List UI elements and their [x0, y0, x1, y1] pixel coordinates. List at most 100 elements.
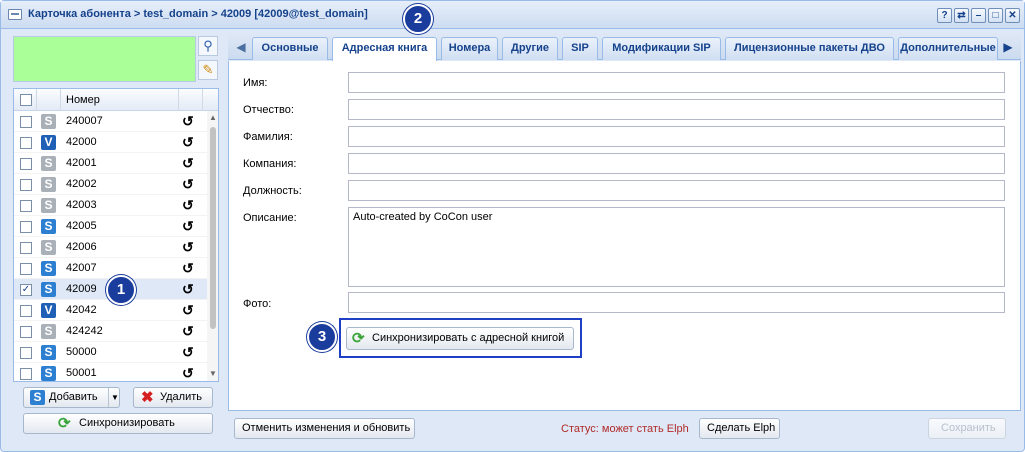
scroll-down-icon[interactable]: ▼	[209, 369, 217, 378]
delete-button-label: Удалить	[160, 391, 202, 403]
last-name-label: Фамилия:	[243, 131, 293, 143]
row-number: 42006	[66, 241, 97, 253]
table-row[interactable]: S 50000 ↺	[14, 342, 218, 363]
column-divider	[36, 89, 37, 111]
add-button[interactable]: S Добавить ▼	[23, 387, 120, 408]
delete-x-icon: ✖	[141, 389, 154, 406]
row-checkbox[interactable]	[20, 263, 32, 275]
description-field[interactable]: Auto-created by CoCon user	[348, 207, 1005, 287]
tab-sip-modifications[interactable]: Модификации SIP	[602, 37, 721, 60]
first-name-label: Имя:	[243, 77, 268, 89]
history-icon[interactable]: ↺	[182, 302, 194, 319]
history-icon[interactable]: ↺	[182, 176, 194, 193]
row-number: 42001	[66, 157, 97, 169]
history-icon[interactable]: ↺	[182, 113, 194, 130]
table-row[interactable]: V 42000 ↺	[14, 132, 218, 153]
window-titlebar[interactable]: Карточка абонента > test_domain > 42009 …	[1, 1, 1024, 29]
row-checkbox[interactable]	[20, 200, 32, 212]
number-column-header[interactable]: Номер	[66, 94, 100, 106]
delete-button[interactable]: ✖ Удалить	[133, 387, 213, 408]
subscriber-v-icon: V	[41, 303, 56, 318]
maximize-icon[interactable]: □	[988, 8, 1003, 23]
history-icon[interactable]: ↺	[182, 281, 194, 298]
first-name-field[interactable]	[348, 72, 1005, 93]
magnifier-icon: ⚲	[203, 38, 213, 53]
grid-header: Номер	[14, 89, 218, 111]
subscriber-s-icon: S	[41, 261, 56, 276]
history-icon[interactable]: ↺	[182, 197, 194, 214]
callout-1: 1	[106, 275, 136, 305]
search-button[interactable]: ⚲	[198, 36, 218, 56]
row-number: 42042	[66, 304, 97, 316]
history-icon[interactable]: ↺	[182, 239, 194, 256]
table-row[interactable]: S 42002 ↺	[14, 174, 218, 195]
tab-general[interactable]: Основные	[252, 37, 328, 60]
row-number: 50000	[66, 346, 97, 358]
make-elph-button[interactable]: Сделать Elph	[699, 418, 780, 439]
row-checkbox[interactable]	[20, 326, 32, 338]
history-icon[interactable]: ↺	[182, 155, 194, 172]
scroll-thumb[interactable]	[210, 127, 216, 329]
row-checkbox[interactable]	[20, 221, 32, 233]
column-divider	[202, 89, 203, 111]
scroll-up-icon[interactable]: ▲	[209, 113, 217, 122]
tab-scroll-right-icon[interactable]: ▶	[1000, 37, 1016, 57]
table-row[interactable]: S 424242 ↺	[14, 321, 218, 342]
grid-scrollbar[interactable]: ▲ ▼	[207, 111, 218, 381]
history-icon[interactable]: ↺	[182, 323, 194, 340]
row-checkbox[interactable]	[20, 242, 32, 254]
row-checkbox[interactable]	[20, 368, 32, 380]
row-checkbox[interactable]	[20, 347, 32, 359]
position-field[interactable]	[348, 180, 1005, 201]
table-row[interactable]: S 42003 ↺	[14, 195, 218, 216]
revert-and-refresh-button[interactable]: Отменить изменения и обновить	[234, 418, 415, 439]
tab-other[interactable]: Другие	[502, 37, 558, 60]
history-icon[interactable]: ↺	[182, 344, 194, 361]
select-all-checkbox[interactable]	[20, 94, 32, 106]
help-icon[interactable]: ?	[937, 8, 952, 23]
tab-sip[interactable]: SIP	[562, 37, 598, 60]
row-checkbox[interactable]	[20, 158, 32, 170]
row-number: 50001	[66, 367, 97, 379]
close-icon[interactable]: ✕	[1005, 8, 1020, 23]
last-name-field[interactable]	[348, 126, 1005, 147]
search-field[interactable]	[13, 36, 196, 82]
table-row[interactable]: S 42001 ↺	[14, 153, 218, 174]
tab-address-book[interactable]: Адресная книга	[332, 37, 437, 61]
photo-field[interactable]	[348, 292, 1005, 313]
synchronize-button[interactable]: ⟳ Синхронизировать	[23, 413, 213, 434]
history-icon[interactable]: ↺	[182, 134, 194, 151]
edit-button[interactable]: ✎	[198, 60, 218, 80]
window-title: Карточка абонента > test_domain > 42009 …	[28, 8, 368, 20]
table-row[interactable]: S 50001 ↺	[14, 363, 218, 381]
history-icon[interactable]: ↺	[182, 260, 194, 277]
subscriber-s-icon: S	[41, 156, 56, 171]
row-checkbox[interactable]	[20, 305, 32, 317]
subscriber-s-icon: S	[41, 366, 56, 381]
row-checkbox[interactable]	[20, 179, 32, 191]
make-elph-label: Сделать Elph	[707, 422, 776, 434]
table-row[interactable]: S 42005 ↺	[14, 216, 218, 237]
tab-additional[interactable]: Дополнительные	[898, 37, 998, 60]
history-icon[interactable]: ↺	[182, 365, 194, 381]
table-row[interactable]: S 240007 ↺	[14, 111, 218, 132]
row-checkbox[interactable]	[20, 137, 32, 149]
numbers-grid: Номер S 240007 ↺ V 42000 ↺ S 42001 ↺ S 42002 ↺ S 4200…	[13, 88, 219, 382]
middle-name-field[interactable]	[348, 99, 1005, 120]
tab-numbers[interactable]: Номера	[441, 37, 498, 60]
subscriber-s-icon: S	[41, 198, 56, 213]
refresh-icon[interactable]: ⇄	[954, 8, 969, 23]
tab-license-packages[interactable]: Лицензионные пакеты ДВО	[725, 37, 894, 60]
callout-3: 3	[307, 322, 337, 352]
company-field[interactable]	[348, 153, 1005, 174]
sync-with-address-book-button[interactable]: ⟳ Синхронизировать с адресной книгой	[346, 327, 574, 350]
table-row[interactable]: S 42006 ↺	[14, 237, 218, 258]
minimize-icon[interactable]: –	[971, 8, 986, 23]
chevron-down-icon[interactable]: ▼	[111, 388, 119, 407]
row-checkbox[interactable]: ✓	[20, 284, 32, 296]
row-number: 42003	[66, 199, 97, 211]
history-icon[interactable]: ↺	[182, 218, 194, 235]
tab-scroll-left-icon[interactable]: ◀	[233, 37, 249, 57]
save-button[interactable]: Сохранить	[928, 418, 1006, 439]
row-checkbox[interactable]	[20, 116, 32, 128]
